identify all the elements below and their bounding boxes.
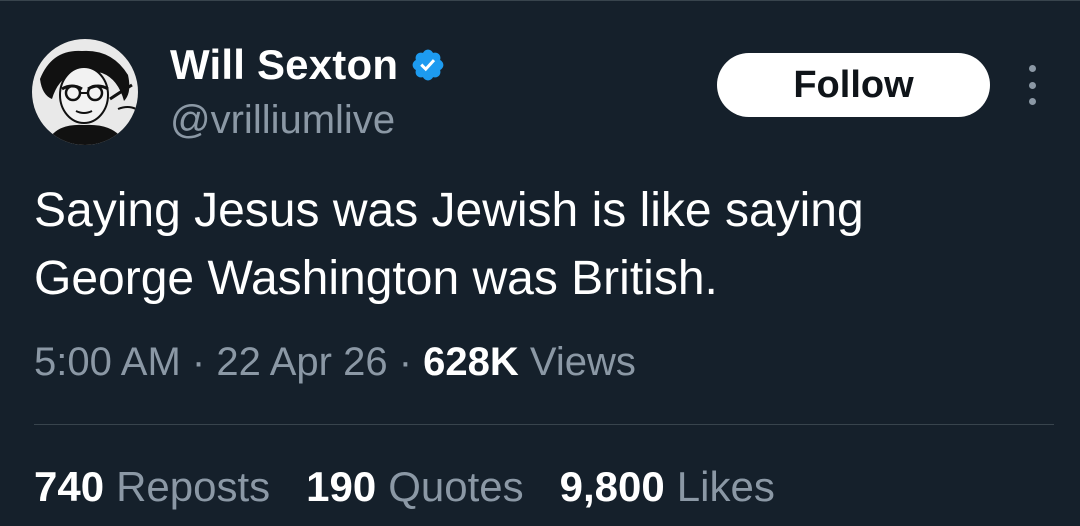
reposts-stat[interactable]: 740 Reposts [34,461,270,513]
author-handle[interactable]: @vrilliumlive [170,97,395,143]
divider [34,424,1054,425]
views-count: 628K [423,340,519,384]
more-dot [1028,81,1036,89]
author-name-row: Will Sexton [170,41,446,89]
views-label: Views [529,340,636,384]
avatar-portrait-icon [32,39,138,145]
quotes-label: Quotes [388,463,524,510]
tweet-date[interactable]: 22 Apr 26 [216,340,387,384]
tweet-metadata: 5:00 AM · 22 Apr 26 · 628K Views [34,337,636,387]
more-dot [1028,98,1036,105]
tweet-text-line: George Washington was British. [34,252,718,305]
tweet-card: Will Sexton @vrilliumlive Follow Saying … [0,0,1080,526]
meta-separator: · [398,340,413,384]
meta-separator: · [191,340,206,384]
likes-stat[interactable]: 9,800 Likes [560,461,775,513]
quotes-count: 190 [306,463,377,510]
likes-count: 9,800 [559,463,665,510]
author-display-name[interactable]: Will Sexton [170,41,398,89]
avatar[interactable] [32,39,138,145]
likes-label: Likes [676,463,775,510]
more-dot [1028,65,1036,72]
reposts-count: 740 [34,463,105,510]
tweet-time[interactable]: 5:00 AM [34,340,181,384]
follow-button[interactable]: Follow [717,53,990,117]
quotes-stat[interactable]: 190 Quotes [306,461,524,513]
more-vertical-icon[interactable] [1022,65,1042,105]
engagement-stats: 740 Reposts 190 Quotes 9,800 Likes [34,461,775,513]
tweet-text: Saying Jesus was Jewish is like saying G… [34,177,1044,313]
tweet-text-line: Saying Jesus was Jewish is like saying [34,184,864,237]
reposts-label: Reposts [116,463,271,510]
verified-badge-icon [412,49,444,81]
